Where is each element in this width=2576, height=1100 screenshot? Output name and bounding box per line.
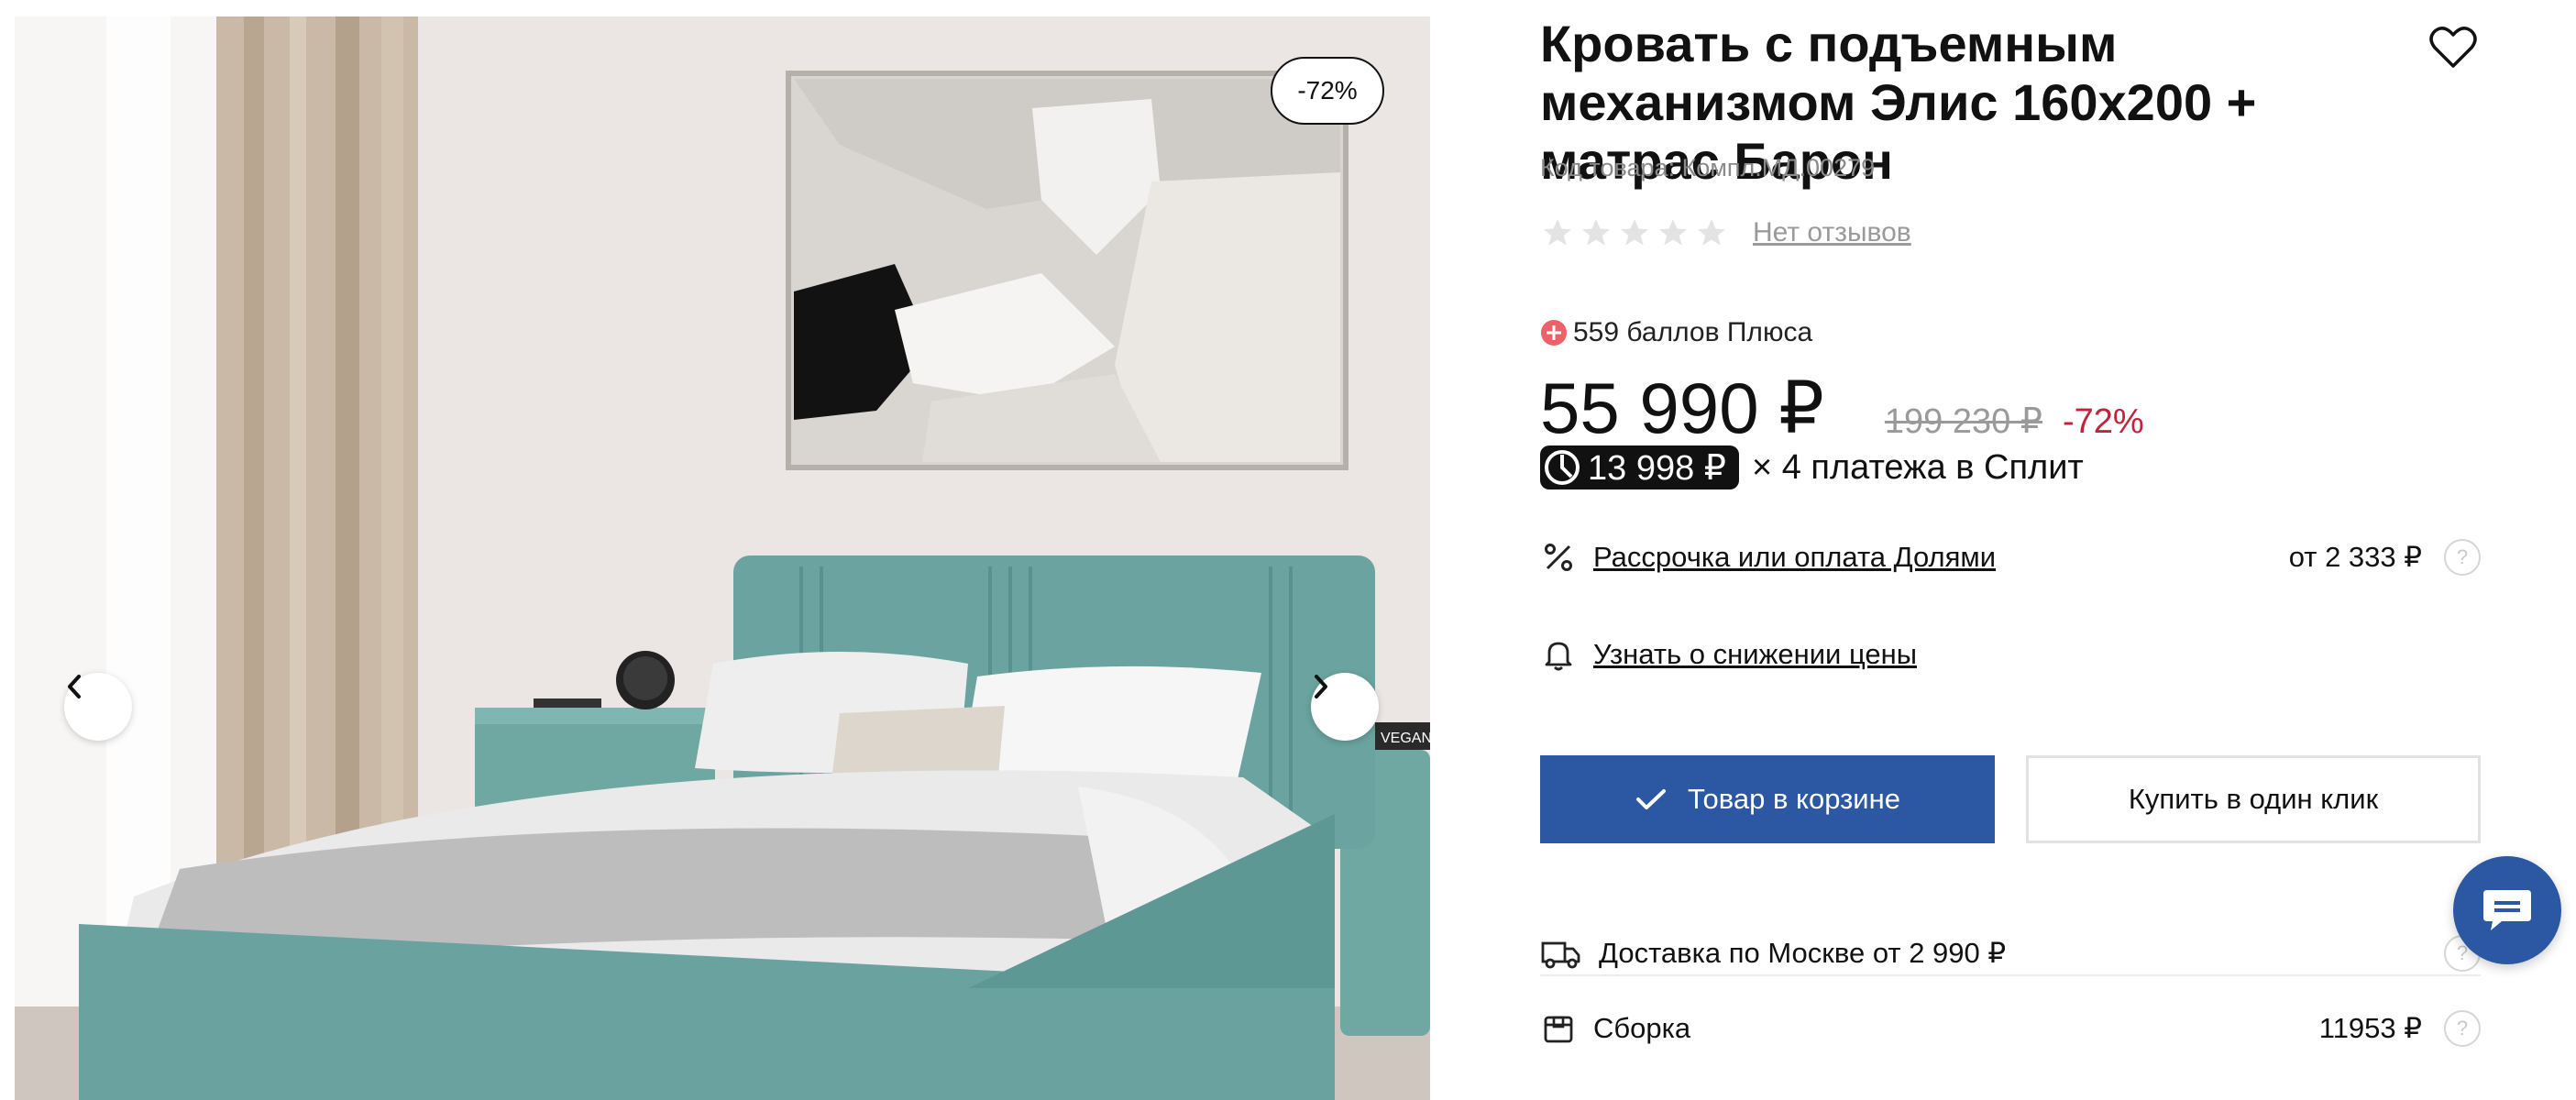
installment-value: от 2 333 ₽: [2288, 541, 2422, 573]
buy-one-click-button[interactable]: Купить в один клик: [2026, 755, 2481, 843]
box-icon: [1544, 1016, 1573, 1043]
rating-row: Нет отзывов: [1540, 216, 1911, 249]
star-icon: [1698, 219, 1725, 246]
chevron-right-icon: [1315, 675, 1327, 698]
chat-button[interactable]: [2453, 856, 2561, 964]
assembly-help-icon[interactable]: ?: [2444, 1010, 2481, 1047]
old-price: 199 230 ₽: [1884, 402, 2042, 441]
plus-points-icon: [1541, 320, 1567, 346]
product-gallery: VEGAN -72%: [15, 16, 1430, 1100]
split-row: 13 998 ₽ × 4 платежа в Сплит: [1540, 446, 2084, 490]
truck-icon: [1541, 941, 1580, 969]
chevron-left-icon: [68, 675, 81, 698]
rating-stars: [1540, 216, 1729, 249]
price-discount: -72%: [2062, 402, 2144, 441]
split-badge[interactable]: 13 998 ₽: [1540, 446, 1739, 490]
price-alert-row: Узнать о снижении цены: [1540, 636, 2481, 673]
product-code: Код товара: Компл.МД.00279: [1540, 154, 1876, 182]
gallery-next-button[interactable]: [1311, 673, 1379, 741]
installment-link[interactable]: Рассрочка или оплата Долями: [1593, 541, 1996, 574]
price-row: 55 990 ₽ 199 230 ₽ -72%: [1540, 367, 2144, 449]
discount-badge: -72%: [1271, 57, 1384, 125]
installment-help-icon[interactable]: ?: [2444, 539, 2481, 576]
delivery-label: Доставка по Москве от 2 990 ₽: [1599, 937, 2007, 969]
chat-bubble-icon: [2483, 890, 2531, 930]
check-icon: [1636, 789, 1666, 809]
bell-icon: [1545, 642, 1572, 671]
split-icon: [1545, 450, 1580, 485]
star-icon: [1621, 219, 1648, 246]
favorite-button[interactable]: [2427, 24, 2479, 70]
assembly-value: 11953 ₽: [2318, 1012, 2422, 1044]
buy-one-click-label: Купить в один клик: [2128, 783, 2379, 815]
reviews-link[interactable]: Нет отзывов: [1753, 217, 1911, 248]
product-photo: VEGAN: [15, 16, 1430, 1100]
heart-icon: [2429, 27, 2477, 68]
split-amount: 13 998 ₽: [1588, 448, 1726, 488]
star-icon: [1544, 219, 1571, 246]
product-info-panel: Кровать с подъемным механизмом Элис 160х…: [1540, 0, 2548, 1100]
price-alert-link[interactable]: Узнать о снижении цены: [1593, 638, 1917, 671]
star-icon: [1659, 219, 1687, 246]
divider: [1540, 974, 2481, 976]
book-spine-text: VEGAN: [1381, 731, 1430, 746]
delivery-row: Доставка по Москве от 2 990 ₽ ?: [1540, 935, 2481, 972]
assembly-label: Сборка: [1593, 1012, 1691, 1044]
plus-points-text: 559 баллов Плюса: [1573, 317, 1813, 347]
in-cart-button[interactable]: Товар в корзине: [1540, 755, 1995, 843]
plus-points: 559 баллов Плюса: [1540, 317, 1812, 348]
installment-row: Рассрочка или оплата Долями от 2 333 ₽ ?: [1540, 539, 2481, 576]
split-text: × 4 платежа в Сплит: [1751, 447, 2084, 487]
star-icon: [1582, 219, 1610, 246]
gallery-prev-button[interactable]: [64, 673, 132, 741]
assembly-row: Сборка 11953 ₽ ?: [1540, 1010, 2481, 1047]
in-cart-label: Товар в корзине: [1688, 783, 1900, 815]
percent-icon: [1545, 544, 1572, 571]
current-price: 55 990 ₽: [1540, 368, 1824, 448]
